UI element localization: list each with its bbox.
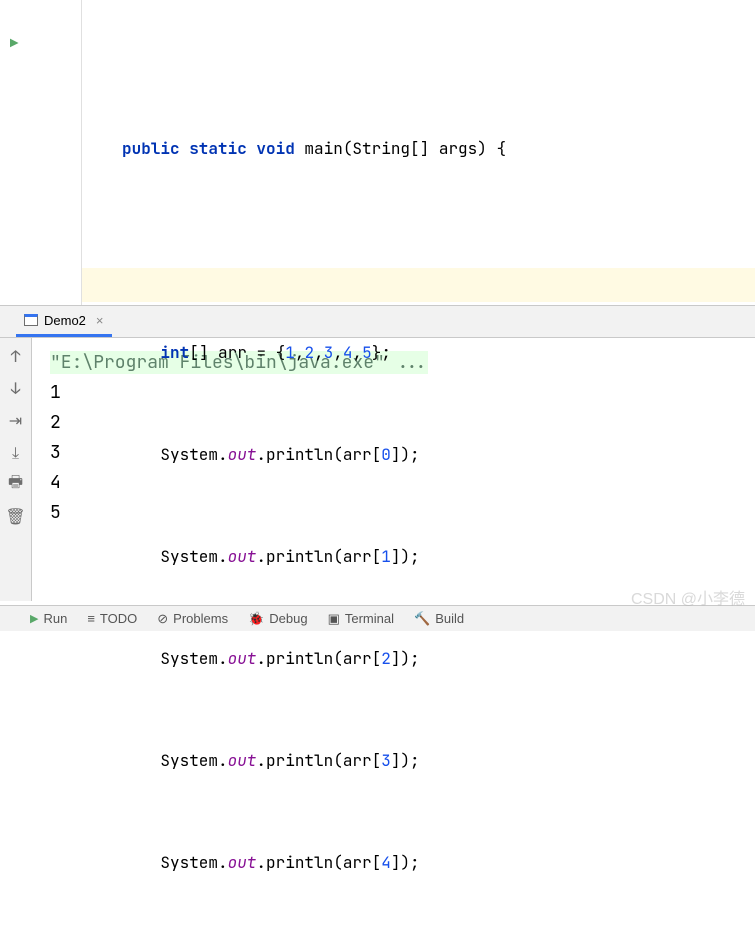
code-content[interactable]: public static void main(String[] args) {…	[82, 0, 755, 305]
soft-wrap-icon[interactable]: ⇥	[6, 410, 26, 430]
build-icon: 🔨	[414, 611, 430, 627]
close-icon[interactable]: ×	[96, 313, 104, 328]
code-line: public static void main(String[] args) {	[122, 132, 755, 166]
trash-icon[interactable]: 🗑	[6, 506, 26, 526]
code-margin	[50, 0, 82, 305]
code-line: System.out.println(arr[0]);	[122, 438, 755, 472]
bottom-problems[interactable]: ⊘Problems	[157, 611, 228, 627]
bottom-toolbar: ▶Run ≡TODO ⊘Problems 🐞Debug ▣Terminal 🔨B…	[0, 605, 755, 631]
down-arrow-icon[interactable]: ↓	[6, 378, 26, 398]
bottom-build[interactable]: 🔨Build	[414, 611, 464, 627]
terminal-icon: ▣	[328, 611, 340, 627]
current-line-highlight	[82, 268, 755, 302]
code-line: System.out.println(arr[1]);	[122, 540, 755, 574]
code-line: System.out.println(arr[3]);	[122, 744, 755, 778]
bug-icon: 🐞	[248, 611, 264, 627]
code-line	[122, 234, 755, 268]
up-arrow-icon[interactable]: ↑	[6, 346, 26, 366]
todo-icon: ≡	[87, 611, 95, 626]
run-tab-demo2[interactable]: Demo2 ×	[16, 306, 112, 337]
bottom-run[interactable]: ▶Run	[30, 611, 67, 626]
play-icon: ▶	[30, 612, 38, 625]
code-line: int[] arr = {1,2,3,4,5};	[122, 336, 755, 370]
bottom-debug[interactable]: 🐞Debug	[248, 611, 308, 627]
scroll-end-icon[interactable]: ⤓	[6, 442, 26, 462]
app-icon	[24, 314, 38, 326]
run-tab-label: Demo2	[44, 313, 86, 328]
code-editor[interactable]: ▶ − public static void main(String[] arg…	[0, 0, 755, 305]
editor-gutter: ▶ −	[0, 0, 50, 305]
print-icon[interactable]: 🖶	[6, 474, 26, 494]
run-gutter-icon[interactable]: ▶	[10, 35, 18, 53]
code-line: System.out.println(arr[2]);	[122, 642, 755, 676]
problems-icon: ⊘	[157, 611, 168, 627]
code-line: System.out.println(arr[4]);	[122, 846, 755, 880]
run-toolbar: ↑ ↓ ⇥ ⤓ 🖶 🗑	[0, 338, 32, 601]
bottom-todo[interactable]: ≡TODO	[87, 611, 137, 626]
bottom-terminal[interactable]: ▣Terminal	[328, 611, 394, 627]
